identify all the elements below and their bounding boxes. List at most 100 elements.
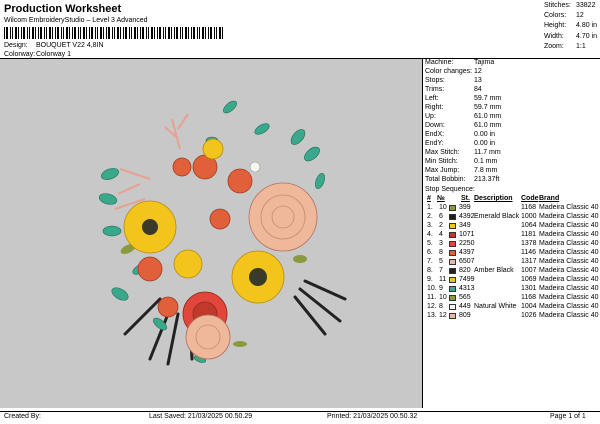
row-needle: 2 (439, 222, 443, 229)
color-swatch (449, 214, 456, 220)
colorway-value: Colorway 1 (36, 51, 72, 58)
table-row: 1. 10 399 1168 Madeira Classic 40 (425, 204, 600, 213)
col-header-description: Description (474, 195, 513, 202)
barcode-bar (46, 27, 47, 39)
barcode-bar (106, 27, 107, 39)
property-label: Machine: (425, 59, 454, 66)
barcode-bar (165, 27, 166, 39)
barcode-bar (185, 27, 187, 39)
row-needle: 6 (439, 213, 443, 220)
summary-value: 1:1 (576, 42, 586, 50)
row-code: 1378 (521, 240, 537, 247)
property-label: Max Stitch: (425, 149, 460, 156)
property-label: EndX: (425, 131, 445, 138)
row-code: 1004 (521, 303, 537, 310)
color-swatch (449, 277, 456, 283)
barcode-bar (154, 27, 155, 39)
barcode-bar (29, 27, 30, 39)
row-needle: 8 (439, 303, 443, 310)
row-stitches: 4392 (459, 213, 475, 220)
row-index: 12. (427, 303, 437, 310)
barcode-bar (146, 27, 147, 39)
barcode-bar (134, 27, 136, 39)
summary-label: Height: (544, 22, 567, 30)
row-brand: Madeira Classic 40 (539, 240, 599, 247)
barcode-bar (151, 27, 153, 39)
barcode-bar (219, 27, 221, 39)
table-row: 2. 6 4392 Emerald Black 1000 Madeira Classic … (425, 213, 600, 222)
barcode-bar (10, 27, 11, 39)
design-preview (0, 59, 423, 408)
table-row: 5. 3 2250 1378 Madeira Classic 40 (425, 240, 600, 249)
barcode-bar (171, 27, 172, 39)
barcode-bar (123, 27, 124, 39)
barcode-bar (168, 27, 170, 39)
barcode-bar (95, 27, 96, 39)
row-stitches: 349 (459, 222, 471, 229)
row-brand: Madeira Classic 40 (539, 294, 599, 301)
row-brand: Madeira Classic 40 (539, 303, 599, 310)
table-row: 10. 9 4313 1301 Madeira Classic 40 (425, 285, 600, 294)
property-value: 0.00 in (474, 140, 496, 147)
table-row: 13. 12 809 1026 Madeira Classic 40 (425, 312, 600, 321)
design-label: Design: (4, 42, 28, 49)
row-brand: Madeira Classic 40 (539, 258, 599, 265)
row-needle: 4 (439, 231, 443, 238)
row-index: 3. (427, 222, 433, 229)
barcode-bar (35, 27, 36, 39)
embroidery-bouquet-image (98, 100, 347, 366)
row-stitches: 7499 (459, 276, 475, 283)
last-saved: Last Saved: 21/03/2025 00.50.29 (149, 413, 253, 420)
page-title: Production Worksheet (4, 3, 122, 15)
row-needle: 11 (439, 276, 447, 283)
barcode-bar (40, 27, 42, 39)
property-label: Trims: (425, 86, 445, 93)
row-brand: Madeira Classic 40 (539, 267, 599, 274)
barcode (4, 27, 223, 39)
row-code: 1181 (521, 231, 537, 238)
row-needle: 9 (439, 285, 443, 292)
row-code: 1168 (521, 294, 537, 301)
summary-value: 12 (576, 12, 584, 20)
barcode-bar (159, 27, 161, 39)
barcode-bar (18, 27, 19, 39)
row-index: 6. (427, 249, 433, 256)
row-index: 9. (427, 276, 433, 283)
barcode-bar (83, 27, 85, 39)
barcode-bar (66, 27, 68, 39)
barcode-bar (89, 27, 90, 39)
row-brand: Madeira Classic 40 (539, 285, 599, 292)
color-swatch (449, 295, 456, 301)
table-row: 11. 10 565 1168 Madeira Classic 40 (425, 294, 600, 303)
barcode-bar (74, 27, 76, 39)
barcode-bar (174, 27, 175, 39)
barcode-bar (57, 27, 59, 39)
row-stitches: 2250 (459, 240, 475, 247)
summary-value: 33822 (576, 2, 596, 9)
barcode-bar (182, 27, 183, 39)
barcode-bar (210, 27, 212, 39)
barcode-bar (120, 27, 121, 39)
barcode-bar (137, 27, 138, 39)
row-stitches: 399 (459, 204, 471, 211)
property-label: EndY: (425, 140, 444, 147)
barcode-bar (6, 27, 8, 39)
row-index: 4. (427, 231, 433, 238)
row-needle: 8 (439, 249, 443, 256)
barcode-bar (180, 27, 181, 39)
barcode-bar (78, 27, 79, 39)
barcode-bar (112, 27, 113, 39)
barcode-bar (140, 27, 141, 39)
barcode-bar (23, 27, 25, 39)
barcode-bar (148, 27, 149, 39)
color-swatch (449, 313, 456, 319)
barcode-bar (44, 27, 45, 39)
barcode-bar (222, 27, 223, 39)
col-header-stitches: St. (461, 195, 470, 202)
stop-sequence-header: # № St. Description Code Brand (425, 195, 600, 204)
property-label: Up: (425, 113, 436, 120)
property-value: 0.1 mm (474, 158, 498, 165)
barcode-bar (63, 27, 64, 39)
row-needle: 3 (439, 240, 443, 247)
barcode-bar (202, 27, 204, 39)
